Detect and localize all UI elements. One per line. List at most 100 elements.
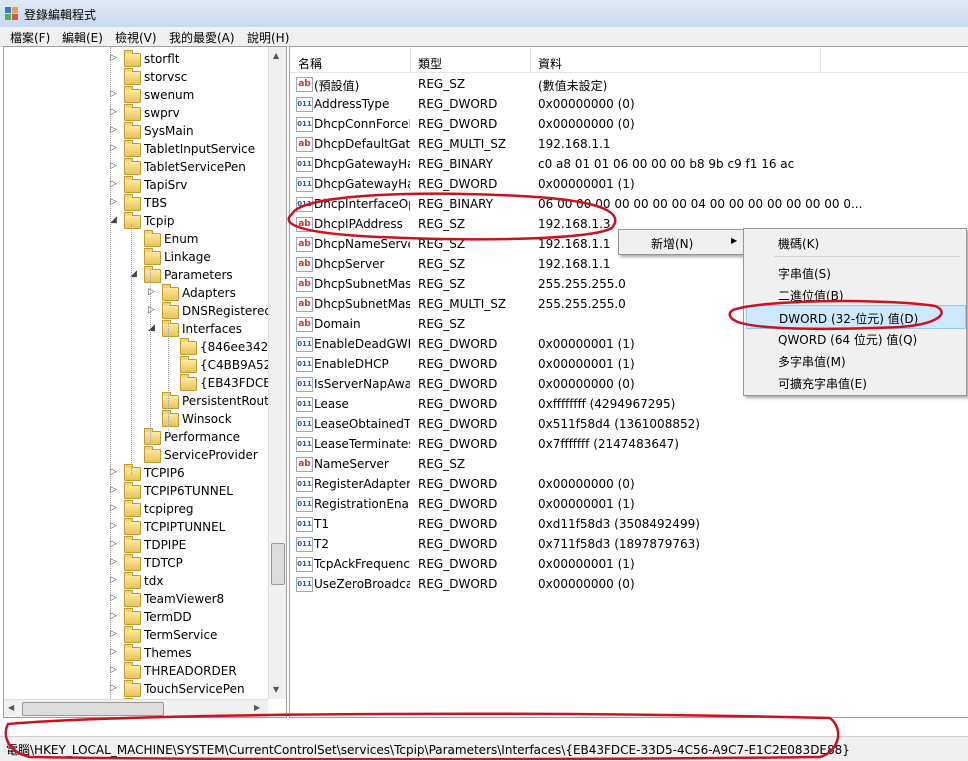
column-divider[interactable] (530, 47, 531, 72)
column-divider[interactable] (410, 47, 411, 72)
tree-expander-icon[interactable]: ▷ (110, 467, 120, 479)
tree-vertical-scrollbar[interactable]: ▲ ▼ (268, 47, 286, 699)
tree-expander-icon[interactable]: ▷ (110, 683, 120, 695)
tree-expander-icon[interactable]: ▷ (110, 629, 120, 641)
folder-icon (144, 446, 161, 463)
tree-expander-icon[interactable]: ▷ (110, 521, 120, 533)
value-row[interactable]: 011 AddressType REG_DWORD 0x00000000 (0) (290, 94, 968, 114)
tree-expander-icon[interactable] (110, 71, 120, 83)
column-divider[interactable] (820, 47, 821, 72)
value-row[interactable]: 011LeaseObtainedTime REG_DWORD 0x511f58d4 … (290, 414, 968, 434)
value-row[interactable]: abDhcpDefaultGateway REG_MULTI_SZ 192.168.… (290, 134, 968, 154)
submenu-item-multi-string[interactable]: 多字串值(M) (744, 349, 966, 371)
value-type: REG_MULTI_SZ (418, 297, 507, 311)
column-header-data[interactable]: 資料 (538, 55, 562, 72)
tree-expander-icon[interactable]: ▷ (110, 575, 120, 587)
tree-item-label: {EB43FDCE- (200, 376, 276, 390)
submenu-item-string[interactable]: 字串值(S) (744, 261, 966, 283)
folder-icon (124, 104, 141, 121)
tree-guide-line (168, 323, 169, 433)
value-row[interactable]: 011RegisterAdapterName REG_DWORD 0x0000000… (290, 474, 968, 494)
scroll-down-arrow-icon[interactable]: ▼ (273, 685, 279, 694)
tree-item-label: TermService (144, 628, 218, 642)
menu-edit[interactable]: 編輯(E) (62, 29, 103, 46)
tree-expander-icon[interactable]: ▷ (110, 647, 120, 659)
binary-value-icon: 011 (296, 377, 313, 392)
value-row[interactable]: 011RegistrationEnabled REG_DWORD 0x0000000… (290, 494, 968, 514)
registry-tree-pane[interactable]: ▷ storflt storvsc ▷ swenum ▷ swprv ▷ SysMain ▷ Tab… (3, 46, 287, 718)
tree-expander-icon[interactable]: ▷ (110, 143, 120, 155)
submenu-label: 多字串值(M) (778, 355, 846, 369)
scroll-left-arrow-icon[interactable]: ◀ (8, 703, 14, 712)
context-menu: 新增(N) ▶ (618, 229, 744, 255)
tree-expander-icon[interactable]: ▷ (110, 53, 120, 65)
tree-expander-icon[interactable]: ▷ (110, 125, 120, 137)
submenu-item-key[interactable]: 機碼(K) (744, 231, 966, 253)
value-name: (預設值) (314, 79, 360, 93)
binary-value-icon: 011 (296, 357, 313, 372)
context-menu-new[interactable]: 新增(N) ▶ (619, 231, 743, 253)
folder-icon (124, 500, 141, 517)
tree-expander-icon[interactable]: ▷ (110, 107, 120, 119)
submenu-item-binary[interactable]: 二進位值(B) (744, 283, 966, 305)
submenu-label: QWORD (64 位元) 值(Q) (778, 333, 918, 347)
value-row[interactable]: 011DhcpGatewayHardwareCount REG_DWORD 0x00… (290, 174, 968, 194)
tree-expander-icon[interactable]: ▷ (110, 89, 120, 101)
value-row[interactable]: 011 T2 REG_DWORD 0x711f58d3 (1897879763) (290, 534, 968, 554)
value-row[interactable]: 011LeaseTerminatesTime REG_DWORD 0x7ffffff… (290, 434, 968, 454)
submenu-item-expandable-string[interactable]: 可擴充字串值(E) (744, 371, 966, 393)
value-data: 0x00000000 (0) (538, 477, 635, 491)
tree-expander-icon[interactable]: ▷ (110, 503, 120, 515)
menu-help[interactable]: 說明(H) (247, 29, 289, 46)
menu-view[interactable]: 檢視(V) (115, 29, 157, 46)
value-row[interactable]: 011UseZeroBroadcast REG_DWORD 0x00000000 (… (290, 574, 968, 594)
tree-guide-line (110, 47, 111, 715)
submenu-label: 二進位值(B) (778, 289, 844, 303)
value-row[interactable]: 011DhcpGatewayHardware REG_BINARY c0 a8 01… (290, 154, 968, 174)
submenu-item-dword[interactable]: DWORD (32-位元) 值(D) (746, 305, 966, 329)
scroll-up-arrow-icon[interactable]: ▲ (273, 51, 279, 60)
tree-expander-icon[interactable]: ▷ (110, 611, 120, 623)
tree-expander-icon[interactable]: ▷ (110, 665, 120, 677)
value-data: 0x00000001 (1) (538, 497, 635, 511)
menu-favorites[interactable]: 我的最愛(A) (169, 29, 235, 46)
tree-expander-icon[interactable]: ◢ (110, 215, 120, 227)
value-row[interactable]: 011DhcpInterfaceOptions REG_BINARY 06 00 0… (290, 194, 968, 214)
tree-expander-icon[interactable]: ▷ (110, 593, 120, 605)
submenu-item-qword[interactable]: QWORD (64 位元) 值(Q) (744, 327, 966, 349)
value-row[interactable]: 011DhcpConnForceBroadcastFlag REG_DWORD 0x… (290, 114, 968, 134)
title-bar: 登錄編輯程式 (0, 0, 968, 27)
tree-horizontal-scrollbar[interactable]: ◀ ▶ (4, 699, 268, 717)
value-row[interactable]: ab NameServer REG_SZ (290, 454, 968, 474)
tree-item-label: Adapters (182, 286, 236, 300)
tree-scroll-thumb[interactable] (271, 543, 285, 585)
menu-file[interactable]: 檔案(F) (10, 29, 50, 46)
value-data: 0x511f58d4 (1361008852) (538, 417, 700, 431)
tree-hscroll-thumb[interactable] (22, 702, 164, 716)
tree-expander-icon[interactable]: ▷ (110, 197, 120, 209)
column-header-name[interactable]: 名稱 (298, 55, 322, 72)
value-type: REG_DWORD (418, 517, 498, 531)
tree-item-label: Themes (144, 646, 192, 660)
folder-icon (124, 50, 141, 67)
tree-expander-icon[interactable]: ▷ (110, 485, 120, 497)
string-value-icon: ab (296, 137, 313, 152)
value-type: REG_DWORD (418, 417, 498, 431)
tree-expander-icon[interactable]: ▷ (110, 557, 120, 569)
value-row[interactable]: 011 T1 REG_DWORD 0xd11f58d3 (3508492499) (290, 514, 968, 534)
column-header-type[interactable]: 類型 (418, 55, 442, 72)
binary-value-icon: 011 (296, 537, 313, 552)
tree-expander-icon[interactable]: ▷ (110, 539, 120, 551)
binary-value-icon: 011 (296, 397, 313, 412)
scroll-right-arrow-icon[interactable]: ▶ (254, 703, 260, 712)
value-type: REG_DWORD (418, 337, 498, 351)
folder-icon (124, 194, 141, 211)
submenu-label: DWORD (32-位元) 值(D) (779, 312, 919, 326)
binary-value-icon: 011 (296, 437, 313, 452)
value-row[interactable]: 011 TcpAckFrequency REG_DWORD 0x00000001 (1… (290, 554, 968, 574)
value-type: REG_DWORD (418, 497, 498, 511)
tree-expander-icon[interactable]: ▷ (110, 179, 120, 191)
value-row[interactable]: 011 Lease REG_DWORD 0xffffffff (4294967295) (290, 394, 968, 414)
tree-expander-icon[interactable]: ▷ (110, 161, 120, 173)
value-row[interactable]: ab (預設值) REG_SZ (數值未設定) (290, 74, 968, 94)
